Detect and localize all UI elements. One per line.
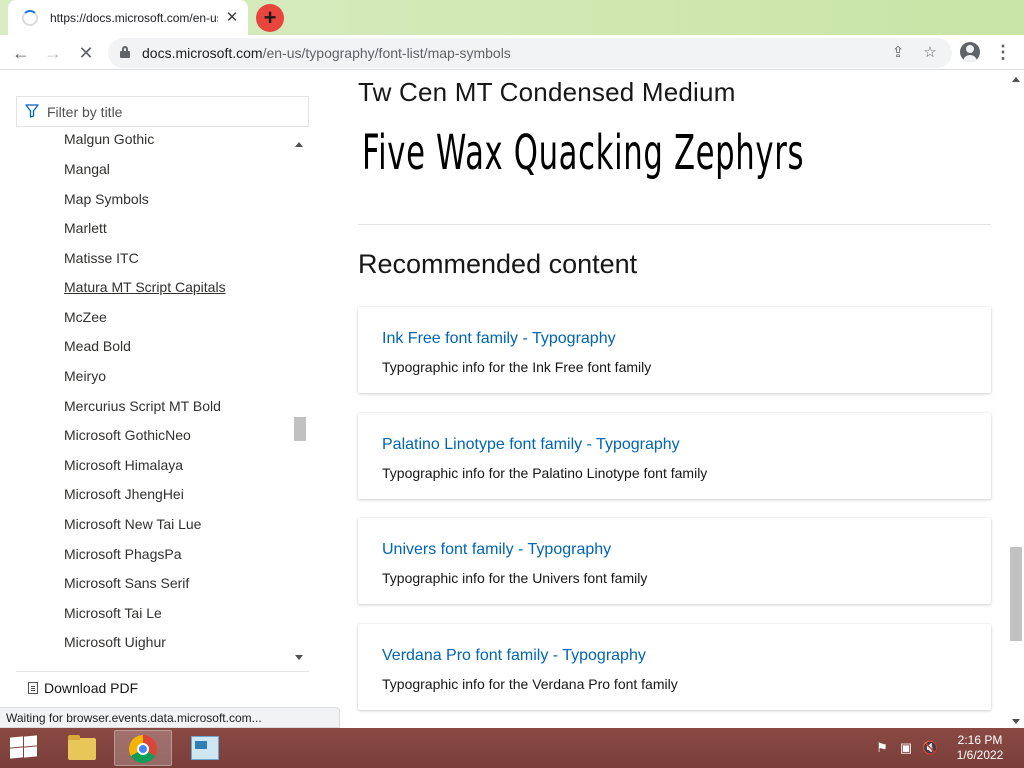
flag-icon[interactable]: ⚑	[874, 740, 890, 756]
plus-icon: +	[263, 5, 277, 30]
scroll-thumb[interactable]	[294, 417, 306, 441]
nav-scrollbar[interactable]	[292, 137, 307, 665]
lock-icon[interactable]	[120, 46, 130, 58]
windows-logo-icon	[10, 736, 23, 748]
card-description: Typographic info for the Palatino Linoty…	[382, 465, 708, 481]
start-button[interactable]	[8, 735, 38, 760]
recommended-card[interactable]: Palatino Linotype font family - Typograp…	[358, 413, 991, 499]
recommended-card[interactable]: Ink Free font family - Typography Typogr…	[358, 307, 991, 393]
stop-button[interactable]: ✕	[73, 40, 99, 66]
browser-toolbar: ← → ✕ docs.microsoft.com/en-us/typograph…	[0, 35, 1024, 70]
nav-item-microsoft-new-tai-lue[interactable]: Microsoft New Tai Lue	[64, 516, 201, 532]
windows-logo-pane	[10, 747, 23, 759]
nav-item-mangal[interactable]: Mangal	[64, 161, 110, 177]
browser-tab[interactable]: https://docs.microsoft.com/en-us/ ✕	[8, 0, 248, 35]
nav-item-microsoft-himalaya[interactable]: Microsoft Himalaya	[64, 457, 183, 473]
nav-list: Malgun Gothic Mangal Map Symbols Marlett…	[0, 127, 292, 667]
card-description: Typographic info for the Ink Free font f…	[382, 359, 652, 375]
url-text[interactable]: docs.microsoft.com/en-us/typography/font…	[142, 45, 511, 61]
loading-spinner-icon	[22, 9, 38, 26]
more-icon[interactable]: ⋮	[994, 40, 1012, 64]
clock-date: 1/6/2022	[956, 748, 1004, 762]
back-button[interactable]: ←	[8, 40, 34, 66]
new-tab-button[interactable]: +	[256, 4, 284, 32]
taskbar-chrome[interactable]	[114, 730, 172, 766]
recommended-heading: Recommended content	[358, 249, 638, 279]
divider	[358, 224, 991, 225]
stop-icon: ✕	[78, 43, 94, 63]
recommended-card[interactable]: Verdana Pro font family - Typography Typ…	[358, 624, 991, 710]
chrome-icon	[129, 735, 157, 763]
main-content: Tw Cen MT Condensed Medium Five Wax Quac…	[330, 71, 1008, 728]
nav-item-microsoft-gothicneo[interactable]: Microsoft GothicNeo	[64, 427, 191, 443]
scroll-down-icon[interactable]	[1012, 719, 1020, 724]
download-pdf-link[interactable]: Download PDF	[28, 680, 138, 696]
nav-item-microsoft-phagspa[interactable]: Microsoft PhagsPa	[64, 546, 182, 562]
divider	[16, 671, 309, 672]
card-title-link[interactable]: Ink Free font family - Typography	[382, 330, 616, 348]
filter-box[interactable]	[16, 96, 309, 127]
nav-item-microsoft-jhenghei[interactable]: Microsoft JhengHei	[64, 486, 184, 502]
nav-item-map-symbols[interactable]: Map Symbols	[64, 191, 149, 207]
windows-logo-pane	[24, 735, 37, 747]
card-title-link[interactable]: Verdana Pro font family - Typography	[382, 647, 646, 665]
filter-input[interactable]	[47, 97, 302, 126]
filter-icon	[25, 104, 39, 118]
nav-item-microsoft-tai-le[interactable]: Microsoft Tai Le	[64, 605, 162, 621]
url-path: /en-us/typography/font-list/map-symbols	[262, 45, 511, 61]
clock-time: 2:16 PM	[957, 733, 1003, 747]
url-domain: docs.microsoft.com	[142, 45, 263, 61]
download-pdf-label: Download PDF	[44, 680, 139, 696]
windows-logo-pane	[24, 746, 37, 758]
tab-strip: https://docs.microsoft.com/en-us/ ✕ +	[0, 0, 1024, 35]
table-of-contents: Malgun Gothic Mangal Map Symbols Marlett…	[0, 71, 320, 728]
card-description: Typographic info for the Univers font fa…	[382, 570, 648, 586]
address-bar[interactable]: docs.microsoft.com/en-us/typography/font…	[108, 38, 952, 68]
tab-title: https://docs.microsoft.com/en-us/	[50, 10, 218, 25]
scroll-up-icon[interactable]	[1012, 77, 1020, 82]
font-name-heading: Tw Cen MT Condensed Medium	[358, 77, 736, 107]
nav-item-matisse-itc[interactable]: Matisse ITC	[64, 250, 139, 266]
scroll-up-icon[interactable]	[295, 142, 303, 147]
card-title-link[interactable]: Univers font family - Typography	[382, 541, 611, 559]
status-bubble: Waiting for browser.events.data.microsof…	[0, 707, 340, 728]
nav-item-mczee[interactable]: McZee	[64, 309, 107, 325]
network-icon[interactable]: ▣	[898, 740, 914, 756]
nav-item-mead-bold[interactable]: Mead Bold	[64, 338, 131, 354]
font-sample-text: Five Wax Quacking Zephyrs	[362, 125, 805, 181]
forward-button[interactable]: →	[40, 40, 66, 66]
scroll-thumb[interactable]	[1010, 547, 1022, 641]
windows-taskbar: ⚑ ▣ 🔇 2:16 PM 1/6/2022	[0, 728, 1024, 768]
recommended-card[interactable]: Univers font family - Typography Typogra…	[358, 518, 991, 604]
nav-item-marlett[interactable]: Marlett	[64, 220, 107, 236]
folder-icon	[68, 735, 96, 760]
card-title-link[interactable]: Palatino Linotype font family - Typograp…	[382, 436, 680, 454]
system-clock[interactable]: 2:16 PM 1/6/2022	[948, 733, 1012, 763]
nav-item-microsoft-uighur[interactable]: Microsoft Uighur	[64, 634, 166, 650]
back-arrow-icon: ←	[12, 43, 30, 63]
nav-item-mercurius-script-mt-bold[interactable]: Mercurius Script MT Bold	[64, 398, 221, 414]
taskbar-file-explorer[interactable]	[52, 730, 110, 766]
nav-item-malgun-gothic[interactable]: Malgun Gothic	[64, 131, 154, 147]
star-icon[interactable]: ☆	[920, 43, 940, 63]
taskbar-app[interactable]	[176, 730, 234, 766]
profile-icon[interactable]	[960, 42, 980, 62]
share-icon[interactable]: ⇪	[888, 43, 908, 63]
nav-item-matura-mt-script-capitals[interactable]: Matura MT Script Capitals	[64, 279, 226, 295]
app-icon	[191, 736, 219, 760]
card-description: Typographic info for the Verdana Pro fon…	[382, 676, 678, 692]
nav-item-meiryo[interactable]: Meiryo	[64, 368, 106, 384]
volume-muted-icon[interactable]: 🔇	[922, 740, 938, 756]
scroll-down-icon[interactable]	[295, 655, 303, 660]
nav-item-microsoft-sans-serif[interactable]: Microsoft Sans Serif	[64, 575, 189, 591]
page-scrollbar[interactable]	[1008, 71, 1024, 728]
close-icon[interactable]: ✕	[224, 9, 240, 26]
forward-arrow-icon: →	[44, 43, 62, 63]
document-icon	[28, 682, 38, 694]
